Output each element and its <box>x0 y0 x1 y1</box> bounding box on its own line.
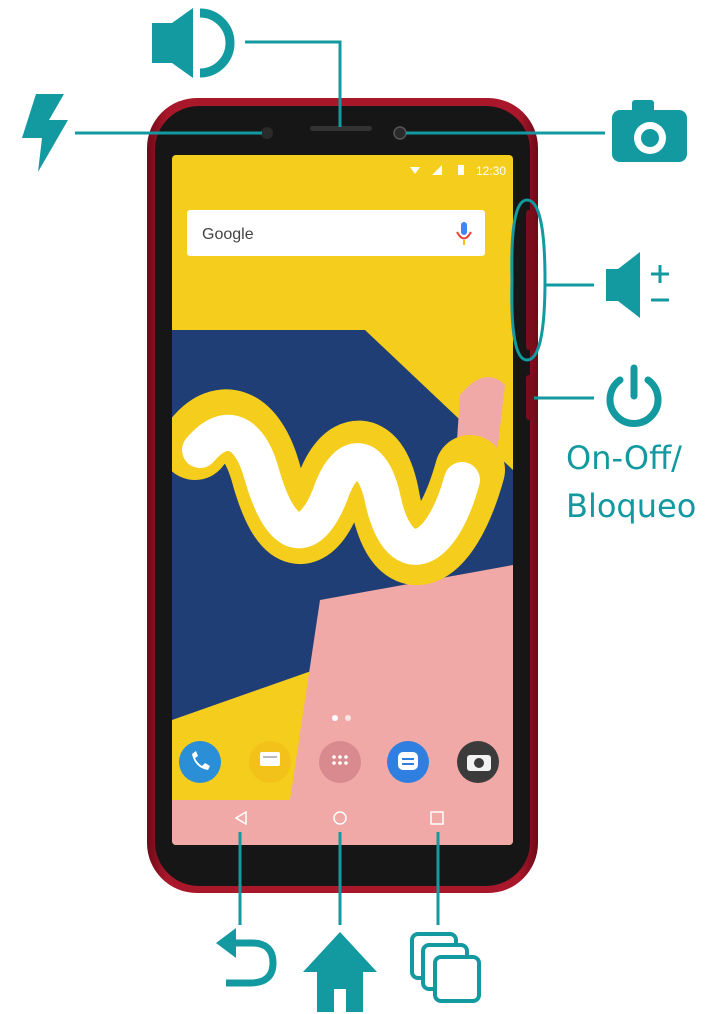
power-label: On-Off/ Bloqueo <box>566 438 696 526</box>
dock-camera-app[interactable] <box>457 741 499 783</box>
dock-phone-app[interactable] <box>179 741 221 783</box>
power-label-line2: Bloqueo <box>566 487 697 525</box>
page-indicator <box>345 715 351 721</box>
screen: 12:30 Google <box>172 155 513 845</box>
front-camera-lens <box>393 126 407 140</box>
battery-icon <box>458 165 464 175</box>
volume-icon <box>606 252 669 318</box>
status-time: 12:30 <box>476 164 506 178</box>
dock-app-drawer[interactable] <box>319 741 361 783</box>
recents-icon <box>410 932 481 1003</box>
volume-rocker[interactable] <box>526 210 534 350</box>
power-icon <box>606 364 662 427</box>
camera-icon <box>612 100 687 162</box>
back-arrow-icon <box>216 928 277 987</box>
google-logo: Google <box>202 226 254 243</box>
dock-messages-app[interactable] <box>249 741 291 783</box>
power-label-line1: On-Off/ <box>566 439 682 477</box>
power-button[interactable] <box>526 375 534 420</box>
page-indicator <box>332 715 338 721</box>
speaker-icon <box>152 8 235 78</box>
home-icon <box>303 932 377 1012</box>
front-flash-lens <box>261 127 273 139</box>
flash-icon <box>22 94 68 172</box>
dock-chat-app[interactable] <box>387 741 429 783</box>
